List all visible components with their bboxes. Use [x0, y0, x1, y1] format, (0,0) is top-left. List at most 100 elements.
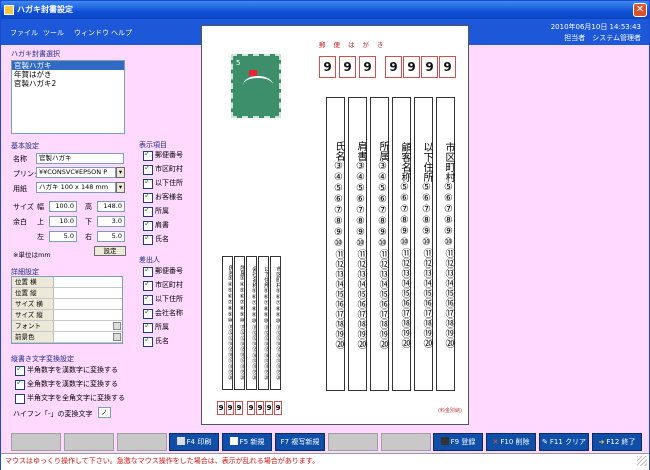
- bottom-margin-field[interactable]: 3.0: [97, 216, 125, 227]
- name-field[interactable]: 官製ハガキ: [36, 153, 124, 164]
- f1-button: [11, 433, 61, 451]
- sender-group-title: 差出人: [139, 256, 160, 264]
- f7-label: F7 複写新規: [280, 438, 320, 446]
- sender-column-dept[interactable]: 所属③④⑤⑥⑦⑧⑨⑩⑪⑫⑬⑭⑮⑯⑰⑱⑲⑳: [234, 256, 245, 390]
- close-button[interactable]: ✕: [633, 3, 647, 17]
- bird-icon: [243, 76, 273, 94]
- address-column-title[interactable]: 肩書③④⑤⑥⑦⑧⑨⑩⑪⑫⑬⑭⑮⑯⑰⑱⑲⑳: [348, 97, 367, 391]
- left-margin-field[interactable]: 5.0: [49, 231, 77, 242]
- sender-name[interactable]: 氏名: [143, 335, 169, 347]
- address-column-customer[interactable]: 顧客名称⑤⑥⑦⑧⑨⑩⑪⑫⑬⑭⑮⑯⑰⑱⑲⑳: [392, 97, 411, 391]
- address-column-name[interactable]: 氏名③④⑤⑥⑦⑧⑨⑩⑪⑫⑬⑭⑮⑯⑰⑱⑲⑳: [326, 97, 345, 391]
- f4-print-button[interactable]: F4 印刷: [169, 433, 219, 451]
- grid-row-label: フォント: [12, 321, 54, 331]
- grid-row[interactable]: 位置 縦: [12, 288, 122, 299]
- grid-row[interactable]: サイズ 横: [12, 299, 122, 310]
- left-margin-label: 左: [37, 233, 44, 241]
- top-margin-label: 上: [37, 218, 44, 226]
- set-button[interactable]: 設定: [94, 246, 126, 256]
- resize-grip[interactable]: [637, 456, 647, 466]
- height-field[interactable]: 148.0: [97, 201, 125, 212]
- sender-city[interactable]: 市区町村: [143, 279, 183, 291]
- display-city[interactable]: 市区町村: [143, 163, 183, 175]
- postage-seal: (料金別納): [438, 408, 462, 414]
- sender-column-company[interactable]: 会社名称⑤⑥⑦⑧⑨⑩⑪⑫⑬⑭⑮⑯⑰⑱⑲⑳: [246, 256, 257, 390]
- paper-label: 用紙: [13, 185, 27, 193]
- f7-copy-new-button[interactable]: F7 複写新規: [275, 433, 325, 451]
- menu-file[interactable]: ファイル: [10, 28, 38, 38]
- address-column-dept[interactable]: 所属③④⑤⑥⑦⑧⑨⑩⑪⑫⑬⑭⑮⑯⑰⑱⑲⑳: [370, 97, 389, 391]
- menu-window[interactable]: ウィンドウ: [74, 28, 109, 38]
- unit-note: ※単位はmm: [13, 251, 51, 259]
- display-name[interactable]: 氏名: [143, 233, 169, 245]
- zip-digit: 9: [319, 56, 336, 78]
- address-column-address[interactable]: 以下住所⑤⑥⑦⑧⑨⑩⑪⑫⑬⑭⑮⑯⑰⑱⑲⑳: [414, 97, 433, 391]
- size-label: サイズ: [13, 203, 34, 211]
- width-label: 幅: [37, 203, 44, 211]
- chevron-down-icon: ▾: [118, 183, 123, 191]
- printer-select[interactable]: ¥¥CONSVC¥EPSON P: [36, 167, 116, 178]
- sender-dept[interactable]: 所属: [143, 321, 169, 333]
- right-margin-field[interactable]: 5.0: [97, 231, 125, 242]
- sender-column-city[interactable]: 市区町村⑤⑥⑦⑧⑨⑩⑪⑫⑬⑭⑮⑯⑰⑱⑲⑳: [270, 256, 281, 390]
- f11-label: F11 クリア: [549, 438, 587, 446]
- grid-row[interactable]: フォント: [12, 321, 122, 332]
- hyphen-field[interactable]: ノ: [98, 407, 111, 418]
- f5-new-button[interactable]: F5 新規: [222, 433, 272, 451]
- paper-dropdown-button[interactable]: ▾: [116, 182, 125, 193]
- menu-help[interactable]: ヘルプ: [111, 28, 132, 38]
- font-picker-button[interactable]: [113, 322, 121, 330]
- list-item[interactable]: 官製ハガキ: [12, 61, 124, 70]
- f9-register-button[interactable]: F9 登録: [433, 433, 483, 451]
- opt-halfwidth-kanji[interactable]: 半角数字を漢数字に変換する: [15, 364, 118, 376]
- zip-digit: 9: [439, 56, 456, 78]
- f12-label: F12 終了: [606, 438, 636, 446]
- width-field[interactable]: 100.0: [49, 201, 77, 212]
- opt-fullwidth-kanji[interactable]: 全角数字を漢数字に変換する: [15, 378, 118, 390]
- f9-spare-button: [381, 433, 431, 451]
- bottom-margin-label: 下: [85, 218, 92, 226]
- display-zip[interactable]: 郵便番号: [143, 149, 183, 161]
- f11-clear-button[interactable]: ✎ F11 クリア: [539, 433, 589, 451]
- right-margin-label: 右: [85, 233, 92, 241]
- sender-zip-digit: 9: [217, 401, 225, 415]
- grid-row-label: 前景色: [12, 332, 54, 342]
- paper-select[interactable]: ハガキ 100 x 148 mm: [36, 182, 116, 193]
- f10-label: F10 削除: [500, 438, 530, 446]
- margin-label: 余白: [13, 218, 27, 226]
- select-group-title: ハガキ封書選択: [11, 50, 60, 58]
- opt-halfwidth-fullwidth[interactable]: 半角文字を全角文字に変換する: [15, 393, 125, 404]
- grid-row[interactable]: 位置 横: [12, 277, 122, 288]
- sender-column-name[interactable]: 氏名③④⑤⑥⑦⑧⑨⑩⑪⑫⑬⑭⑮⑯⑰⑱⑲⑳: [222, 256, 233, 390]
- sender-zip[interactable]: 郵便番号: [143, 265, 183, 277]
- menu-tools[interactable]: ツール: [43, 28, 64, 38]
- grid-row[interactable]: サイズ 縦: [12, 310, 122, 321]
- display-customer[interactable]: お客様名: [143, 191, 183, 203]
- sender-company[interactable]: 会社名称: [143, 307, 183, 319]
- sender-zip-digit: 9: [247, 401, 255, 415]
- sender-address[interactable]: 以下住所: [143, 293, 183, 305]
- f10-delete-button[interactable]: ✕ F10 削除: [486, 433, 536, 451]
- display-address[interactable]: 以下住所: [143, 177, 183, 189]
- height-label: 高: [85, 203, 92, 211]
- color-picker-button[interactable]: [113, 333, 121, 341]
- printer-dropdown-button[interactable]: ▾: [116, 167, 125, 178]
- display-dept[interactable]: 所属: [143, 205, 169, 217]
- f12-exit-button[interactable]: ➜ F12 終了: [592, 433, 642, 451]
- sender-zip-digit: 9: [265, 401, 273, 415]
- top-margin-field[interactable]: 10.0: [49, 216, 77, 227]
- f4-label: F4 印刷: [186, 438, 212, 446]
- printer-icon: [176, 437, 185, 445]
- list-item[interactable]: 年賀はがき: [12, 70, 124, 79]
- datetime: 2010年06月10日 14:53:43: [550, 23, 641, 31]
- grid-row-label: サイズ 横: [12, 299, 54, 309]
- address-column-city[interactable]: 市区町村⑤⑥⑦⑧⑨⑩⑪⑫⑬⑭⑮⑯⑰⑱⑲⑳: [436, 97, 455, 391]
- f3-button: [117, 433, 167, 451]
- sender-column-address[interactable]: 以下住所⑤⑥⑦⑧⑨⑩⑪⑫⑬⑭⑮⑯⑰⑱⑲⑳: [258, 256, 269, 390]
- zip-digit: 9: [385, 56, 402, 78]
- grid-row[interactable]: 前景色: [12, 332, 122, 343]
- card-type-list[interactable]: 官製ハガキ 年賀はがき 官製ハガキ2: [11, 60, 125, 134]
- display-title[interactable]: 肩書: [143, 219, 169, 231]
- list-item[interactable]: 官製ハガキ2: [12, 79, 124, 88]
- vertical-group-title: 縦書き文字変換設定: [11, 355, 74, 363]
